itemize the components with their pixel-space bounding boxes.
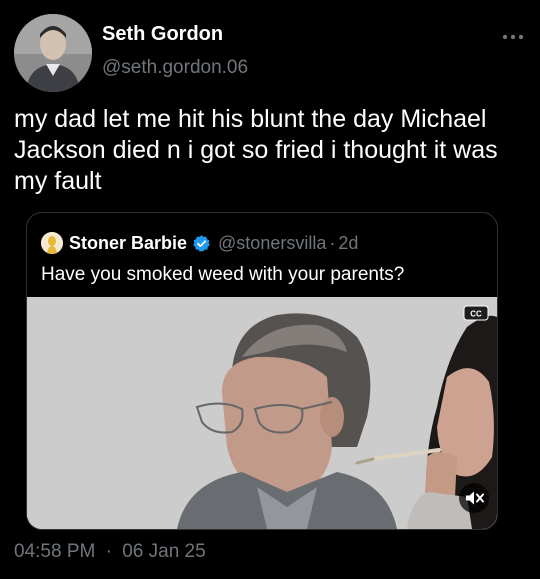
verified-badge-icon — [193, 234, 210, 252]
cc-label: CC — [470, 310, 482, 319]
author-avatar[interactable] — [14, 14, 92, 92]
separator-dot: · — [329, 232, 336, 253]
quoted-author-avatar[interactable] — [41, 232, 63, 254]
tweet-text: my dad let me hit his blunt the day Mich… — [14, 105, 498, 195]
closed-captions-icon[interactable]: CC — [463, 305, 489, 321]
more-horizontal-icon[interactable] — [502, 34, 524, 40]
speaker-muted-icon — [466, 491, 484, 505]
quoted-tweet-text: Have you smoked weed with your parents? — [41, 264, 405, 285]
quoted-author-name[interactable]: Stoner Barbie — [69, 233, 187, 254]
quoted-tweet-card[interactable]: Stoner Barbie @stonersvilla · 2d Have yo… — [26, 212, 498, 530]
tweet-date: 06 Jan 25 — [122, 541, 206, 562]
author-name[interactable]: Seth Gordon — [102, 23, 223, 46]
quoted-tweet-header: Stoner Barbie @stonersvilla · 2d — [41, 231, 358, 255]
mute-button[interactable] — [459, 483, 489, 513]
quoted-video[interactable]: CC — [27, 297, 497, 529]
tweet-timestamp[interactable]: 04:58 PM · 06 Jan 25 — [14, 541, 206, 563]
tweet-time: 04:58 PM — [14, 541, 96, 562]
tweet-header: Seth Gordon @seth.gordon.06 — [14, 14, 526, 94]
author-handle[interactable]: @seth.gordon.06 — [102, 57, 248, 79]
quoted-author-handle[interactable]: @stonersvilla — [218, 233, 326, 254]
quoted-tweet-age[interactable]: 2d — [338, 233, 358, 254]
separator-dot: · — [105, 541, 112, 562]
